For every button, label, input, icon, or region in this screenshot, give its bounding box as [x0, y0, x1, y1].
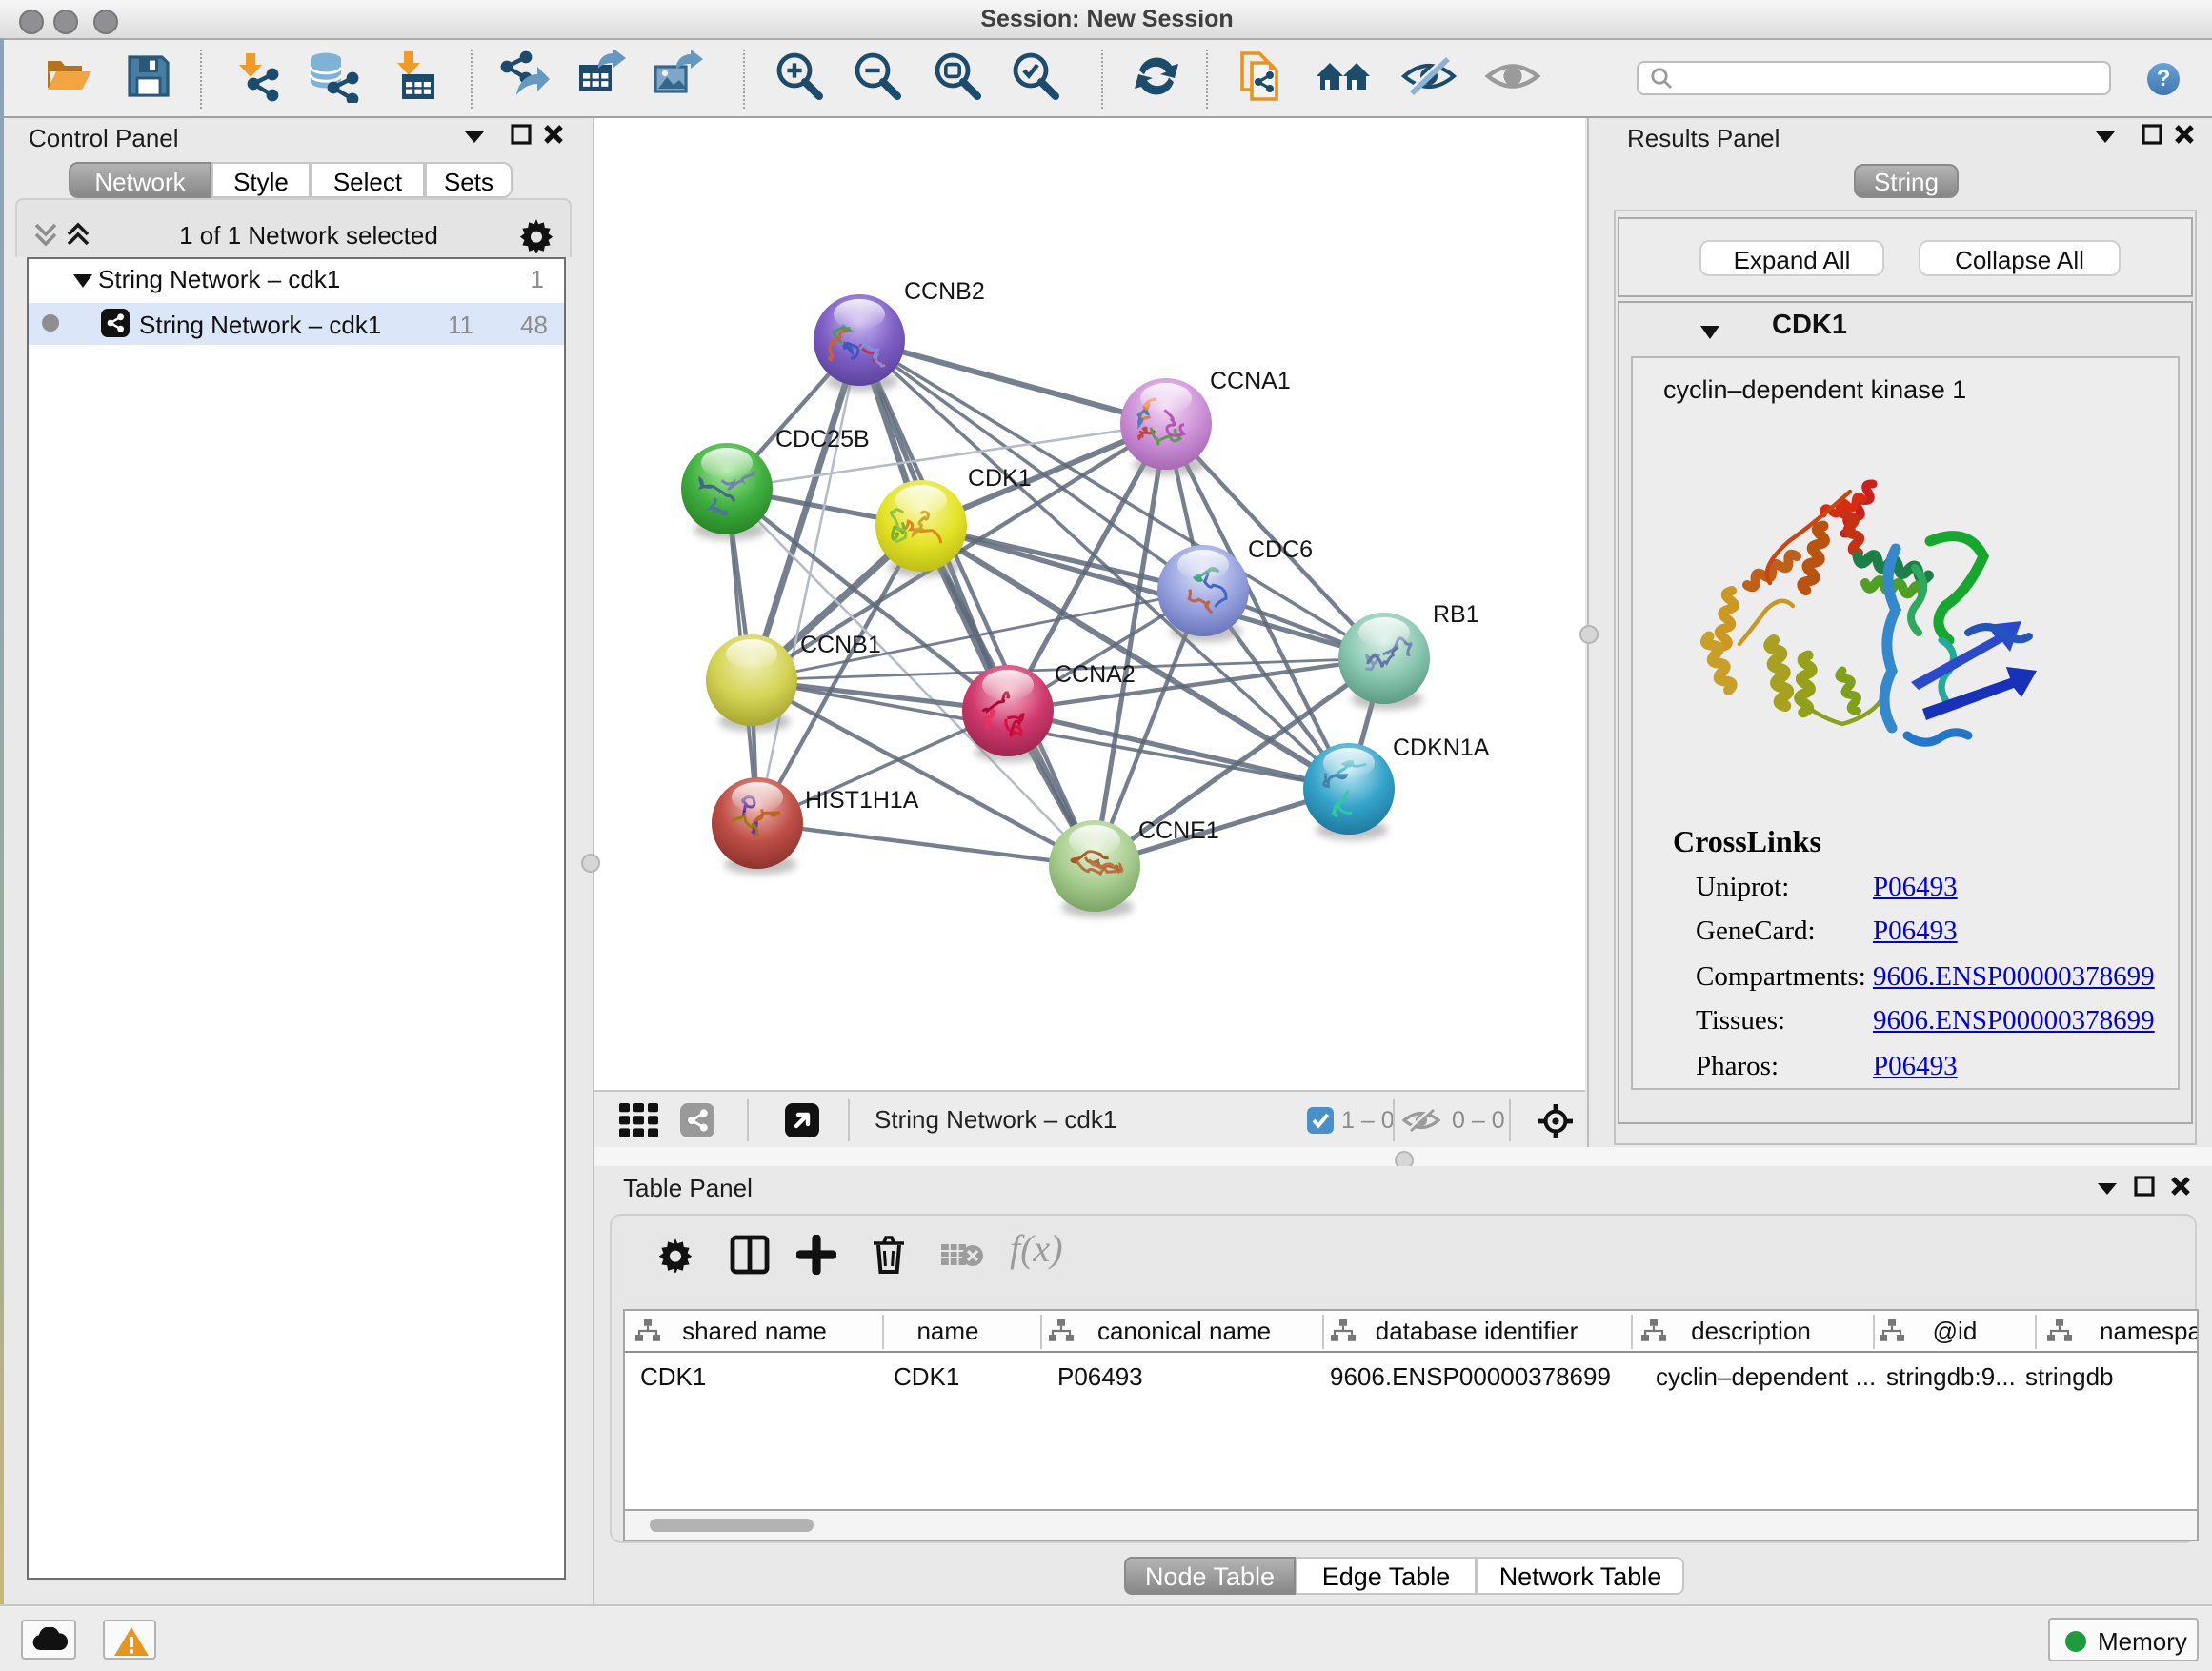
svg-text:CCNB1: CCNB1	[800, 632, 881, 658]
svg-text:CCNA1: CCNA1	[1210, 368, 1291, 394]
svg-text:CDK1: CDK1	[968, 465, 1032, 492]
svg-text:CDKN1A: CDKN1A	[1393, 735, 1490, 761]
svg-text:CCNA2: CCNA2	[1055, 661, 1136, 688]
svg-text:CDC6: CDC6	[1248, 536, 1313, 563]
svg-text:CCNE1: CCNE1	[1138, 817, 1219, 844]
svg-text:HIST1H1A: HIST1H1A	[805, 787, 919, 814]
svg-text:CCNB2: CCNB2	[904, 278, 985, 305]
svg-text:CDC25B: CDC25B	[775, 426, 870, 453]
svg-text:RB1: RB1	[1433, 601, 1479, 628]
